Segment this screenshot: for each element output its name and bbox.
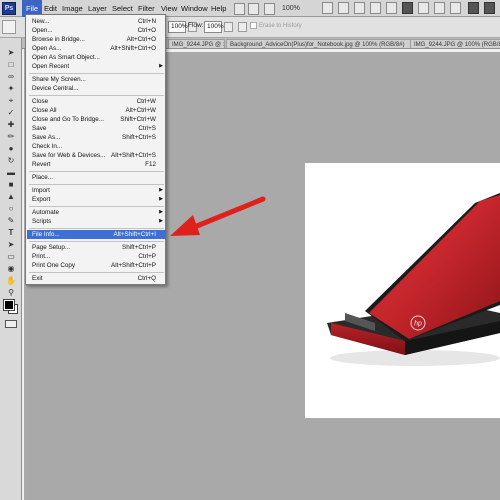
menu-item-automate[interactable]: Automate ▶ bbox=[27, 208, 166, 217]
menu-item-place[interactable]: Place... bbox=[27, 173, 166, 182]
menu-item-export[interactable]: Export ▶ bbox=[27, 195, 166, 204]
essentials-icon[interactable] bbox=[402, 2, 413, 14]
menu-item-close-and-go-to-bridge[interactable]: Close and Go To Bridge... Shift+Ctrl+W bbox=[27, 115, 166, 124]
document-canvas[interactable]: hp bbox=[305, 163, 500, 418]
menu-separator bbox=[29, 95, 164, 96]
menu-item-scripts[interactable]: Scripts ▶ bbox=[27, 217, 166, 226]
submenu-arrow-icon: ▶ bbox=[159, 209, 163, 215]
zoom-icon[interactable] bbox=[264, 3, 275, 15]
pen-tool-icon[interactable]: ✎ bbox=[5, 216, 17, 225]
arrange-documents-icon[interactable] bbox=[354, 2, 365, 14]
tab-document-2[interactable]: Background_AdviceOn(Plus)for_Notebook.jp… bbox=[226, 39, 426, 48]
history-brush-tool-icon[interactable]: ↻ bbox=[5, 156, 17, 165]
menu-separator bbox=[29, 228, 164, 229]
submenu-arrow-icon: ▶ bbox=[159, 196, 163, 202]
dodge-tool-icon[interactable]: ○ bbox=[5, 204, 17, 213]
submenu-arrow-icon: ▶ bbox=[159, 63, 163, 69]
menu-separator bbox=[29, 206, 164, 207]
menu-item-save-for-web[interactable]: Save for Web & Devices... Alt+Shift+Ctrl+… bbox=[27, 151, 166, 160]
zoom-tool-icon[interactable]: ⚲ bbox=[5, 288, 17, 297]
eraser-tool-icon[interactable] bbox=[2, 20, 16, 34]
brush-tool-icon[interactable]: ✏ bbox=[5, 132, 17, 141]
menu-separator bbox=[29, 73, 164, 74]
menubar-tools bbox=[322, 2, 500, 15]
healing-brush-tool-icon[interactable]: ✚ bbox=[5, 120, 17, 129]
menu-separator bbox=[29, 241, 164, 242]
menu-item-share-my-screen[interactable]: Share My Screen... bbox=[27, 75, 166, 84]
menu-item-revert[interactable]: Revert F12 bbox=[27, 160, 166, 169]
menu-item-import[interactable]: Import ▶ bbox=[27, 186, 166, 195]
file-menu-dropdown: New... Ctrl+N Open... Ctrl+O Browse in Bri… bbox=[25, 14, 166, 285]
hand-tool-panel-icon[interactable]: ✋ bbox=[5, 276, 17, 285]
path-selection-tool-icon[interactable]: ➤ bbox=[5, 240, 17, 249]
airbrush-icon[interactable] bbox=[238, 22, 247, 32]
marquee-tool-icon[interactable]: □ bbox=[5, 60, 17, 69]
flow-label: Flow: bbox=[188, 22, 204, 29]
painting-icon[interactable] bbox=[434, 2, 445, 14]
menu-item-open-as-smart-object[interactable]: Open As Smart Object... bbox=[27, 53, 166, 62]
menu-item-browse-in-bridge[interactable]: Browse in Bridge... Alt+Ctrl+O bbox=[27, 35, 166, 44]
eraser-tool-panel-icon[interactable]: ▬ bbox=[5, 168, 17, 177]
flow-dropdown-icon[interactable] bbox=[224, 22, 233, 32]
menu-item-page-setup[interactable]: Page Setup... Shift+Ctrl+P bbox=[27, 243, 166, 252]
menu-item-file-info[interactable]: File Info... Alt+Shift+Ctrl+I bbox=[27, 230, 166, 239]
blur-tool-icon[interactable]: ▲ bbox=[5, 192, 17, 201]
menu-separator bbox=[29, 184, 164, 185]
quick-selection-tool-icon[interactable]: ✦ bbox=[5, 84, 17, 93]
menu-item-print[interactable]: Print... Ctrl+P bbox=[27, 252, 166, 261]
design-icon[interactable] bbox=[418, 2, 429, 14]
menu-item-save-as[interactable]: Save As... Shift+Ctrl+S bbox=[27, 133, 166, 142]
bridge-icon[interactable] bbox=[234, 3, 245, 15]
menu-separator bbox=[29, 171, 164, 172]
photoshop-logo-icon: Ps bbox=[2, 2, 16, 15]
hand-tool-icon[interactable] bbox=[322, 2, 333, 14]
lasso-tool-icon[interactable]: ∞ bbox=[5, 72, 17, 81]
menu-item-open-as[interactable]: Open As... Alt+Shift+Ctrl+O bbox=[27, 44, 166, 53]
quick-mask-icon[interactable] bbox=[5, 320, 17, 328]
submenu-arrow-icon: ▶ bbox=[159, 187, 163, 193]
menu-item-device-central[interactable]: Device Central... bbox=[27, 84, 166, 93]
tab-document-3[interactable]: IMG_9244.JPG @ 100% (RGB/8) bbox=[410, 39, 500, 48]
minimize-icon[interactable] bbox=[468, 2, 479, 14]
zoom-level[interactable]: 100% bbox=[282, 0, 300, 17]
move-tool-icon[interactable]: ➤ bbox=[5, 48, 17, 57]
arrow-shaft bbox=[189, 196, 266, 231]
menu-help[interactable]: Help bbox=[207, 0, 230, 17]
menu-item-save[interactable]: Save Ctrl+S bbox=[27, 124, 166, 133]
erase-to-history-option[interactable]: Erase to History bbox=[250, 22, 302, 29]
gradient-tool-icon[interactable]: ■ bbox=[5, 180, 17, 189]
flow-field[interactable]: 100% bbox=[204, 21, 224, 33]
menu-item-check-in[interactable]: Check In... bbox=[27, 142, 166, 151]
close-icon[interactable] bbox=[484, 2, 495, 14]
arrow-head bbox=[170, 215, 200, 236]
menu-item-new[interactable]: New... Ctrl+N bbox=[27, 17, 166, 26]
menu-item-close-all[interactable]: Close All Alt+Ctrl+W bbox=[27, 106, 166, 115]
menu-separator bbox=[29, 272, 164, 273]
tab-document-1[interactable]: IMG_9244.JPG @ 100% (RGB/8#) bbox=[168, 39, 225, 48]
menu-item-open-recent[interactable]: Open Recent ▶ bbox=[27, 62, 166, 71]
eyedropper-tool-icon[interactable]: ✓ bbox=[5, 108, 17, 117]
opacity-field[interactable]: 100% bbox=[168, 21, 188, 33]
tool-panel: ➤ □ ∞ ✦ ⌖ ✓ ✚ ✏ ● ↻ ▬ ■ ▲ ○ ✎ T ➤ ▭ ◉ ✋ … bbox=[0, 38, 22, 500]
screen-mode-icon[interactable] bbox=[370, 2, 381, 14]
crop-tool-icon[interactable]: ⌖ bbox=[5, 96, 17, 105]
laptop-image: hp bbox=[327, 193, 500, 366]
type-tool-icon[interactable]: T bbox=[5, 228, 17, 237]
hp-logo-text: hp bbox=[414, 321, 422, 328]
foreground-color-swatch[interactable] bbox=[3, 299, 15, 311]
shape-tool-icon[interactable]: ▭ bbox=[5, 252, 17, 261]
erase-to-history-checkbox[interactable] bbox=[250, 22, 257, 29]
menu-item-print-one-copy[interactable]: Print One Copy Alt+Shift+Ctrl+P bbox=[27, 261, 166, 270]
rotate-view-icon[interactable] bbox=[338, 2, 349, 14]
mini-bridge-icon[interactable] bbox=[248, 3, 259, 15]
menu-item-exit[interactable]: Exit Ctrl+Q bbox=[27, 274, 166, 283]
photography-icon[interactable] bbox=[450, 2, 461, 14]
clone-stamp-tool-icon[interactable]: ● bbox=[5, 144, 17, 153]
menu-item-open[interactable]: Open... Ctrl+O bbox=[27, 26, 166, 35]
workspace-icon[interactable] bbox=[386, 2, 397, 14]
menu-item-close[interactable]: Close Ctrl+W bbox=[27, 97, 166, 106]
3d-rotate-tool-icon[interactable]: ◉ bbox=[5, 264, 17, 273]
erase-to-history-label: Erase to History bbox=[259, 23, 302, 30]
submenu-arrow-icon: ▶ bbox=[159, 218, 163, 224]
